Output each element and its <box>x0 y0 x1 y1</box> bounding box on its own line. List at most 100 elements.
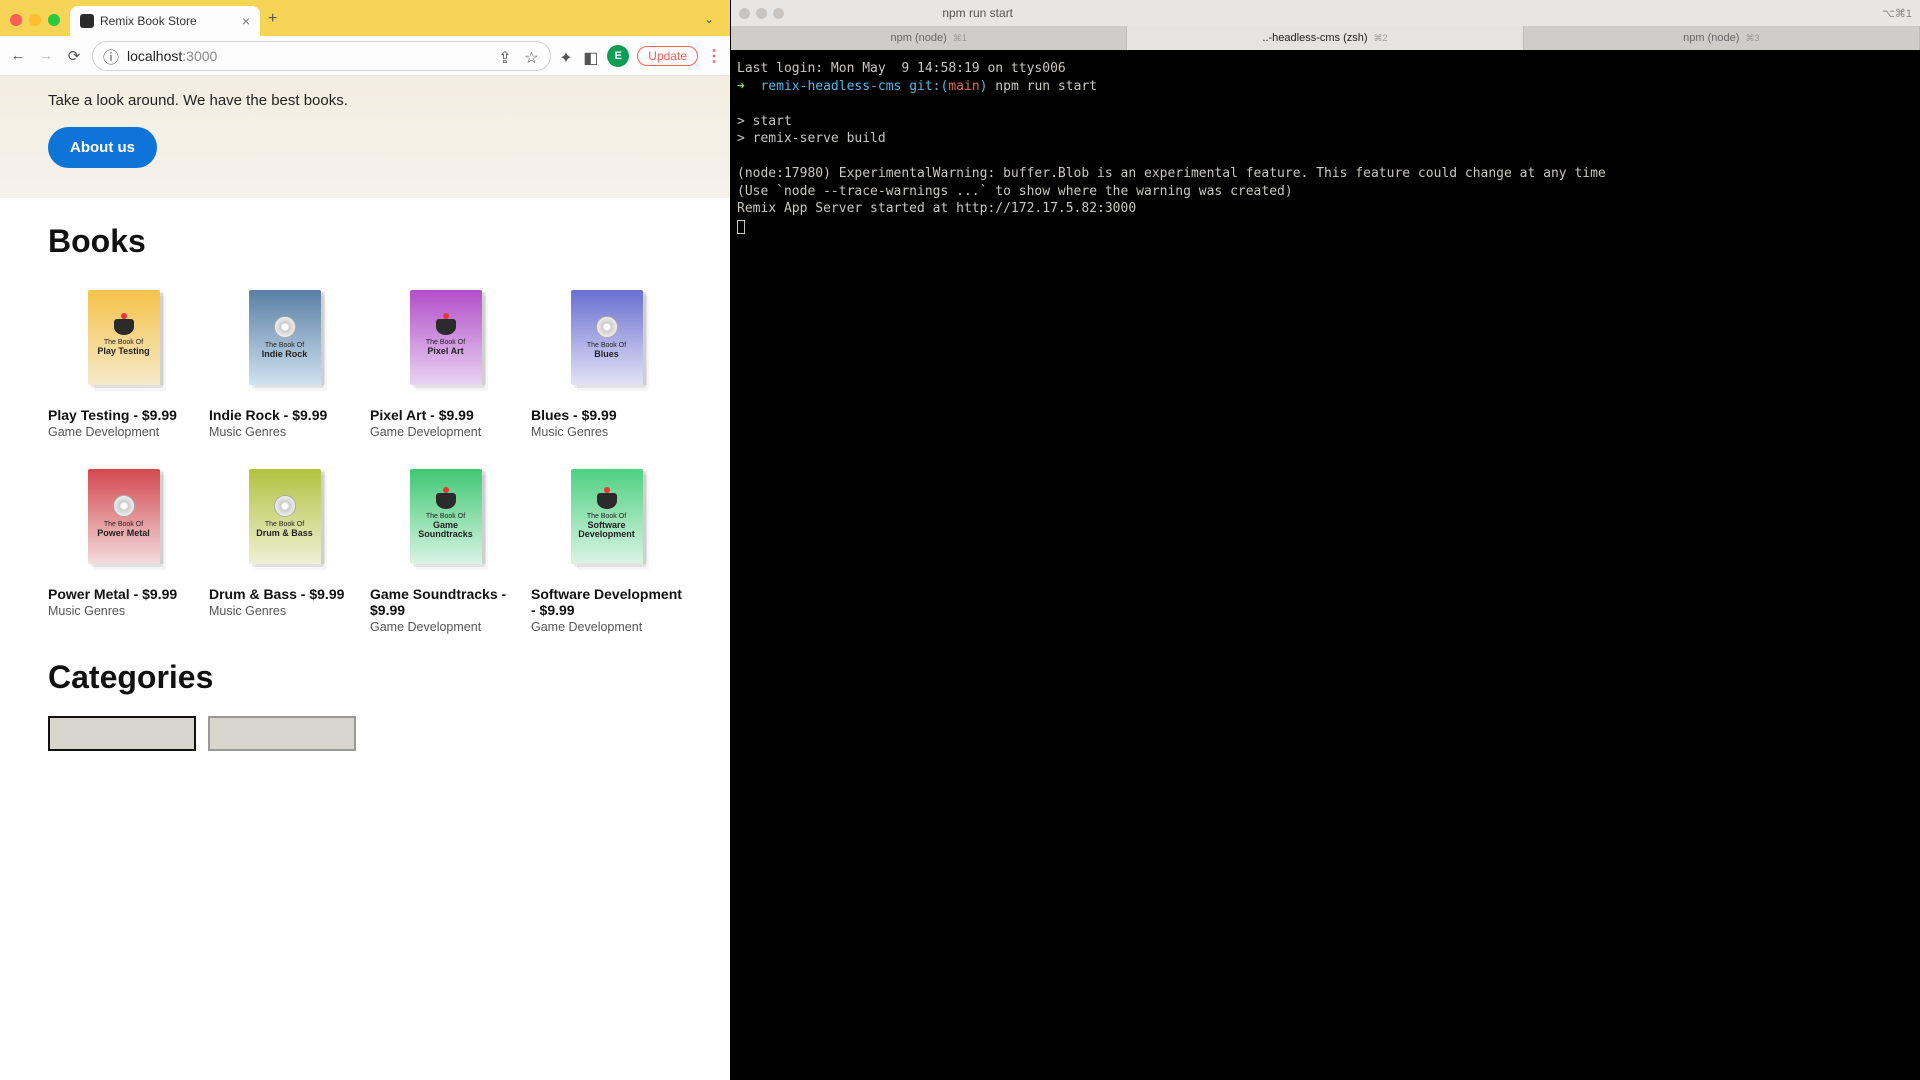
update-button[interactable]: Update <box>637 46 698 66</box>
terminal-tab-shortcut: ⌘3 <box>1745 33 1759 44</box>
line-start: > start <box>737 114 792 129</box>
book-card[interactable]: The Book OfBlues Blues - $9.99 Music Genre… <box>531 280 682 439</box>
book-card[interactable]: The Book OfSoftware DevelopmentSoftware … <box>531 459 682 634</box>
book-cover: The Book OfPower Metal <box>88 469 160 564</box>
cover-name: Pixel Art <box>427 347 463 356</box>
cover-name: Software Development <box>571 521 643 540</box>
book-cover-wrap: The Book OfIndie Rock <box>209 280 360 395</box>
book-cover-wrap: The Book OfPlay Testing <box>48 280 199 395</box>
joystick-icon <box>114 319 134 335</box>
terminal-tab-shortcut: ⌘1 <box>953 33 967 44</box>
line-login: Last login: Mon May 9 14:58:19 on ttys00… <box>737 61 1066 76</box>
book-category: Game Development <box>370 620 521 634</box>
book-title: Blues - $9.99 <box>531 407 682 423</box>
close-window-icon[interactable] <box>10 14 22 26</box>
terminal-tab[interactable]: npm (node) ⌘3 <box>1524 26 1920 50</box>
sidepanel-icon[interactable]: ◧ <box>583 48 599 64</box>
book-cover-wrap: The Book OfBlues <box>531 280 682 395</box>
favicon-icon <box>80 14 94 28</box>
terminal-tab-label: npm (node) <box>1683 32 1739 44</box>
category-card[interactable] <box>208 716 356 751</box>
category-card[interactable] <box>48 716 196 751</box>
extensions-icon[interactable]: ✦ <box>559 48 575 64</box>
book-cover: The Book OfGame Soundtracks <box>410 469 482 564</box>
book-card[interactable]: The Book OfPower MetalPower Metal - $9.9… <box>48 459 199 634</box>
page-content[interactable]: Take a look around. We have the best boo… <box>0 76 730 1080</box>
cover-name: Drum & Bass <box>256 529 313 538</box>
browser-toolbar: ← → ⟳ ⓘ localhost:3000 ⇪ ☆ ✦ ◧ E Update … <box>0 36 730 76</box>
book-card[interactable]: The Book OfPlay TestingPlay Testing - $9… <box>48 280 199 439</box>
cover-name: Indie Rock <box>262 350 308 359</box>
terminal-titlebar: npm run start ⌥⌘1 <box>731 0 1920 26</box>
term-close-icon[interactable] <box>739 8 750 19</box>
book-category: Game Development <box>370 425 521 439</box>
book-card[interactable]: The Book OfDrum & Bass Drum & Bass - $9.9… <box>209 459 360 634</box>
disc-icon <box>274 495 296 517</box>
book-cover-wrap: The Book OfPower Metal <box>48 459 199 574</box>
book-cover-wrap: The Book OfDrum & Bass <box>209 459 360 574</box>
book-cover: The Book OfIndie Rock <box>249 290 321 385</box>
book-cover: The Book OfBlues <box>571 290 643 385</box>
book-card[interactable]: The Book OfPixel Art Pixel Art - $9.99 Gam… <box>370 280 521 439</box>
terminal-body[interactable]: Last login: Mon May 9 14:58:19 on ttys00… <box>731 50 1920 1080</box>
book-cover-wrap: The Book OfSoftware Development <box>531 459 682 574</box>
prompt-command: npm run start <box>987 79 1097 94</box>
categories-section: Categories <box>0 659 730 776</box>
window-controls <box>10 14 60 26</box>
reload-button[interactable]: ⟳ <box>64 46 84 66</box>
terminal-tab[interactable]: npm (node) ⌘1 <box>731 26 1127 50</box>
books-section: Books The Book OfPlay TestingPlay Testin… <box>0 198 730 659</box>
line-started: Remix App Server started at http://172.1… <box>737 201 1136 216</box>
new-tab-button[interactable]: + <box>268 10 277 28</box>
cover-name: Blues <box>594 350 619 359</box>
terminal-window: npm run start ⌥⌘1 npm (node) ⌘1 ..-headles… <box>730 0 1920 1080</box>
book-category: Game Development <box>48 425 199 439</box>
term-min-icon[interactable] <box>756 8 767 19</box>
categories-heading: Categories <box>48 659 682 696</box>
disc-icon <box>596 316 618 338</box>
book-cover: The Book OfPlay Testing <box>88 290 160 385</box>
term-max-icon[interactable] <box>773 8 784 19</box>
browser-window: Remix Book Store × + ⌄ ← → ⟳ ⓘ localhost… <box>0 0 730 1080</box>
prompt-git-label: git:( <box>909 79 948 94</box>
books-grid: The Book OfPlay TestingPlay Testing - $9… <box>48 280 682 634</box>
share-icon[interactable]: ⇪ <box>498 48 514 64</box>
book-title: Indie Rock - $9.99 <box>209 407 360 423</box>
terminal-tabs: npm (node)⌘1..-headless-cms (zsh)⌘2npm (… <box>731 26 1920 50</box>
prompt-dir: remix-headless-cms <box>760 79 901 94</box>
book-card[interactable]: The Book OfIndie Rock Indie Rock - $9.99 M… <box>209 280 360 439</box>
terminal-cursor <box>737 220 745 234</box>
cover-name: Game Soundtracks <box>410 521 482 540</box>
book-category: Music Genres <box>209 425 360 439</box>
disc-icon <box>113 495 135 517</box>
categories-grid <box>48 716 682 751</box>
bookmark-icon[interactable]: ☆ <box>524 48 540 64</box>
book-cover: The Book OfPixel Art <box>410 290 482 385</box>
tab-list-caret-icon[interactable]: ⌄ <box>704 12 714 26</box>
book-category: Music Genres <box>48 604 199 618</box>
minimize-window-icon[interactable] <box>29 14 41 26</box>
back-button[interactable]: ← <box>8 46 28 66</box>
browser-tab-active[interactable]: Remix Book Store × <box>70 6 260 36</box>
book-card[interactable]: The Book OfGame SoundtracksGame Soundtra… <box>370 459 521 634</box>
book-title: Drum & Bass - $9.99 <box>209 586 360 602</box>
cover-name: Play Testing <box>97 347 149 356</box>
book-category: Music Genres <box>531 425 682 439</box>
book-title: Pixel Art - $9.99 <box>370 407 521 423</box>
profile-avatar[interactable]: E <box>607 45 629 67</box>
terminal-tab[interactable]: ..-headless-cms (zsh)⌘2 <box>1127 26 1523 50</box>
disc-icon <box>274 316 296 338</box>
prompt-git-branch: main <box>948 79 979 94</box>
kebab-menu-icon[interactable]: ⋮ <box>706 46 722 66</box>
joystick-icon <box>436 319 456 335</box>
about-us-button[interactable]: About us <box>48 127 157 168</box>
terminal-tab-label: npm (node) <box>891 32 947 44</box>
book-category: Music Genres <box>209 604 360 618</box>
tab-strip: Remix Book Store × + ⌄ <box>0 0 730 36</box>
line-warn: (node:17980) ExperimentalWarning: buffer… <box>737 166 1606 181</box>
maximize-window-icon[interactable] <box>48 14 60 26</box>
close-tab-icon[interactable]: × <box>242 13 250 29</box>
forward-button[interactable]: → <box>36 46 56 66</box>
site-info-icon[interactable]: ⓘ <box>103 44 119 68</box>
address-bar[interactable]: ⓘ localhost:3000 ⇪ ☆ <box>92 41 551 71</box>
